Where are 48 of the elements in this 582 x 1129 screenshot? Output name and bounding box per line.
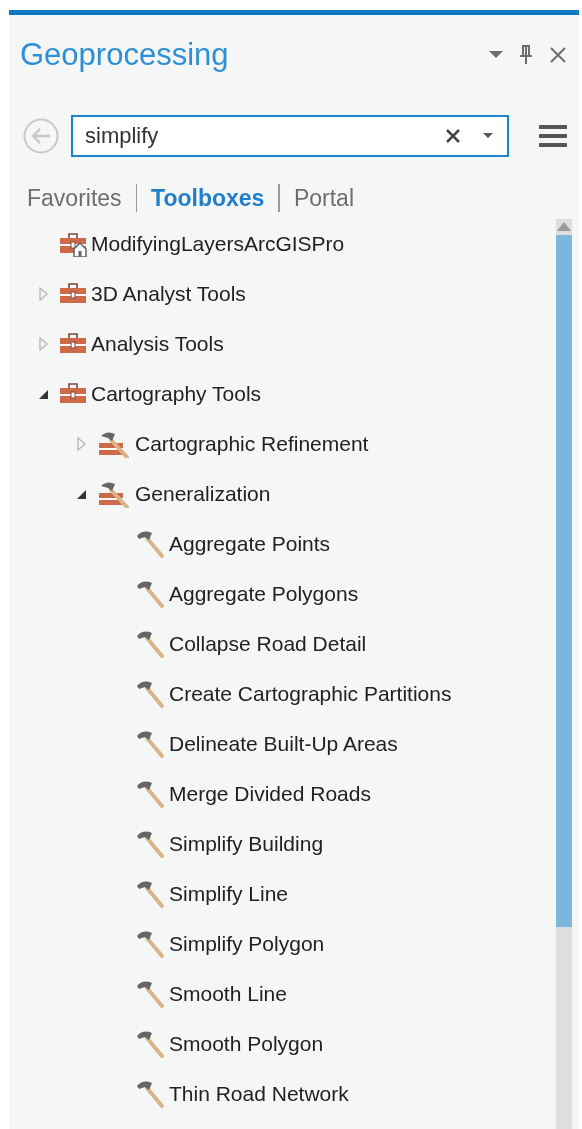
expanded-arrow-icon[interactable] [37,388,49,400]
expanded-arrow-icon[interactable] [75,488,87,500]
scrollbar[interactable] [556,219,572,1129]
hammer-icon [135,829,165,859]
hammer-icon [135,779,165,809]
hammer-icon [135,1029,165,1059]
tree-item-label[interactable]: Merge Divided Roads [169,782,371,806]
tree-item-label[interactable]: Generalization [135,482,271,506]
tree-item-label[interactable]: Smooth Polygon [169,1032,324,1056]
hammer-icon [135,679,165,709]
hammer-icon [135,929,165,959]
tree-item-label[interactable]: Collapse Road Detail [169,632,367,656]
hammer-icon [135,579,165,609]
tree-item-label[interactable]: 3D Analyst Tools [91,282,246,306]
tree-item-label[interactable]: Aggregate Points [169,532,331,556]
toolbox-with-house-icon [59,231,87,257]
tree-item-label[interactable]: Simplify Polygon [169,932,325,956]
pane-title: Geoprocessing [20,37,229,73]
clear-icon[interactable] [445,128,461,144]
search-field[interactable]: simplify [71,115,509,157]
hammer-icon [135,1079,165,1109]
tree-item-label[interactable]: Simplify Building [169,832,324,856]
tree-item-label[interactable]: Cartography Tools [91,382,262,406]
tree-item-label[interactable]: Cartographic Refinement [135,432,369,456]
dropdown-caret-icon[interactable] [483,133,493,139]
tree-item-label[interactable]: Simplify Line [169,882,289,906]
scrollbar-thumb[interactable] [556,235,572,927]
close-icon[interactable] [549,46,567,64]
tree-item-label[interactable]: Thin Road Network [169,1082,349,1106]
toolset-icon [97,430,131,458]
tab[interactable]: Toolboxes [151,184,265,212]
pin-icon[interactable] [519,45,533,65]
tree-item-label[interactable]: Aggregate Polygons [169,582,359,606]
tab[interactable]: Portal [293,184,354,212]
tree-item-label[interactable]: ModifyingLayersArcGISPro [91,232,345,256]
tab[interactable]: Favorites [27,184,122,212]
menu-icon[interactable] [539,124,567,148]
dropdown-caret-icon[interactable] [489,51,503,59]
tree-item-label[interactable]: Create Cartographic Partitions [169,682,452,706]
hammer-icon [135,529,165,559]
hammer-icon [135,879,165,909]
toolset-icon [97,480,131,508]
hammer-icon [135,729,165,759]
tree-item-label[interactable]: Smooth Line [169,982,287,1006]
hammer-icon [135,979,165,1009]
hammer-icon [135,629,165,659]
tree-item-label[interactable]: Delineate Built-Up Areas [169,732,398,756]
tree-item-label[interactable]: Analysis Tools [91,332,224,356]
